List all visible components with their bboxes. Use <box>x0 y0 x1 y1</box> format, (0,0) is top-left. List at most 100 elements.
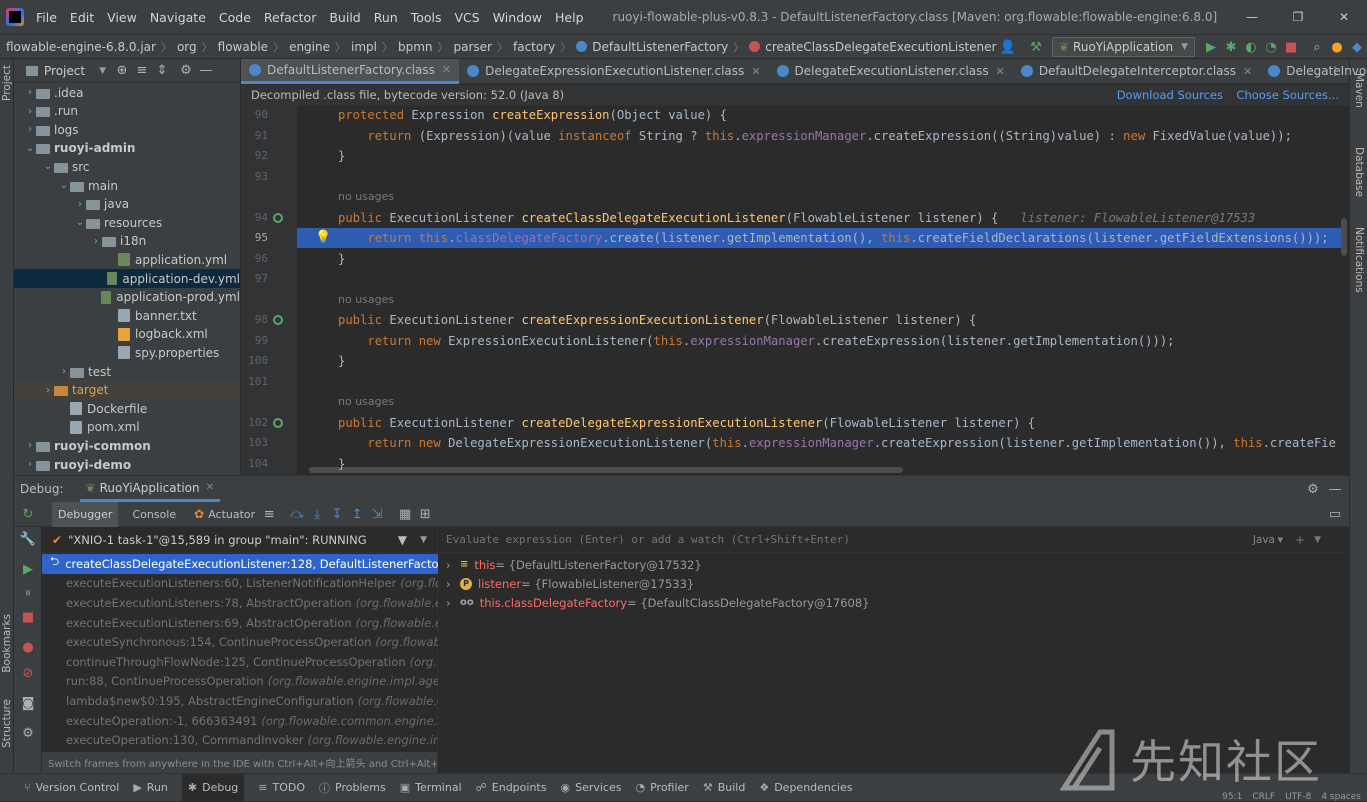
usage-hint[interactable]: no usages <box>338 392 394 412</box>
status-problems[interactable]: ⓘ Problems <box>319 780 386 796</box>
gear-icon[interactable]: ⚙ <box>176 61 196 81</box>
close-tab-icon[interactable]: ✕ <box>996 65 1005 78</box>
chevron-right-icon[interactable]: › <box>24 124 36 135</box>
tree-item[interactable]: › i18n <box>14 232 240 251</box>
tab-console[interactable]: Console <box>118 502 190 527</box>
status-profiler[interactable]: ◔ Profiler <box>635 781 688 794</box>
tree-item[interactable]: › java <box>14 195 240 214</box>
status-dependencies[interactable]: ❖ Dependencies <box>759 781 852 794</box>
step-over-icon[interactable]: ⤼ <box>287 504 307 524</box>
stop-icon[interactable]: ■ <box>1281 37 1301 57</box>
run-config-select[interactable]: ❦ RuoYiApplication ▼ <box>1051 37 1195 57</box>
stack-frame[interactable]: executeOperation:-1, 666363491 (org.flowa… <box>42 711 438 731</box>
status-services[interactable]: ◉ Services <box>560 781 621 794</box>
camera-icon[interactable]: ◙ <box>18 693 38 713</box>
status-version-control[interactable]: ⑂ Version Control <box>24 781 119 794</box>
force-step-into-icon[interactable]: ↧ <box>327 504 347 524</box>
stack-frame[interactable]: executeExecutionListeners:60, ListenerNo… <box>42 574 438 594</box>
override-marker-icon[interactable] <box>273 315 283 325</box>
status-endpoints[interactable]: ☍ Endpoints <box>476 781 547 794</box>
choose-sources-link[interactable]: Choose Sources... <box>1236 88 1339 102</box>
breadcrumb-org[interactable]: org <box>177 40 197 54</box>
tree-item[interactable]: › .run <box>14 102 240 121</box>
chevron-right-icon[interactable]: › <box>24 440 36 451</box>
close-tab-icon[interactable]: ✕ <box>751 65 760 78</box>
hide-icon[interactable]: — <box>1325 479 1345 499</box>
menu-navigate[interactable]: Navigate <box>150 10 206 25</box>
chevron-down-icon[interactable]: ▼ <box>420 535 427 545</box>
menu-build[interactable]: Build <box>329 10 360 25</box>
tree-item[interactable]: › target <box>14 380 240 400</box>
tree-item[interactable]: application.yml <box>14 250 240 269</box>
chevron-down-icon[interactable]: ⌄ <box>24 143 36 154</box>
tree-item[interactable]: › ruoyi-common <box>14 436 240 455</box>
step-into-icon[interactable]: ⤓ <box>307 504 327 524</box>
filter-icon[interactable]: ▼ <box>398 533 407 547</box>
status-run[interactable]: ▶ Run <box>133 781 168 794</box>
locate-icon[interactable]: ⊕ <box>112 61 132 81</box>
gear-icon[interactable]: ⚙ <box>1303 479 1323 499</box>
step-out-icon[interactable]: ↥ <box>347 504 367 524</box>
chevron-right-icon[interactable]: › <box>42 385 54 396</box>
run-icon[interactable]: ▶ <box>1201 37 1221 57</box>
usage-hint[interactable]: no usages <box>338 187 394 207</box>
restore-icon[interactable]: ❐ <box>1275 10 1321 24</box>
chevron-right-icon[interactable]: › <box>446 596 460 610</box>
chevron-right-icon[interactable]: › <box>58 366 70 377</box>
usage-hint[interactable]: no usages <box>338 290 394 310</box>
tab-default-listener-factory[interactable]: DefaultListenerFactory.class ✕ <box>241 58 460 84</box>
wrench-icon[interactable]: 🔧 <box>18 529 38 549</box>
tab-delegate-invocation[interactable]: DelegateInvocation <box>1260 59 1367 84</box>
breadcrumb-parser[interactable]: parser <box>454 40 492 54</box>
status-terminal[interactable]: ▣ Terminal <box>400 781 462 794</box>
status-todo[interactable]: ≡ TODO <box>258 781 305 794</box>
menu-help[interactable]: Help <box>555 10 584 25</box>
view-breakpoints-icon[interactable]: ● <box>18 637 38 657</box>
variable-row[interactable]: › oo this.classDelegateFactory = {DefaultC… <box>446 593 870 612</box>
tab-debugger[interactable]: Debugger <box>52 501 119 527</box>
breadcrumb-factory[interactable]: factory <box>513 40 555 54</box>
stack-frame[interactable]: run:88, ContinueProcessOperation (org.flo… <box>42 672 438 692</box>
chevron-down-icon[interactable]: ▼ <box>99 66 106 76</box>
close-tab-icon[interactable]: ✕ <box>1243 65 1252 78</box>
tree-item[interactable]: application-prod.yml <box>14 288 240 307</box>
evaluate-input[interactable] <box>446 533 1226 546</box>
tree-item[interactable]: application-dev.yml <box>14 269 240 288</box>
more-tabs-icon[interactable]: ⋮ <box>1329 64 1341 78</box>
stack-frame[interactable]: executeExecutionListeners:78, AbstractOp… <box>42 593 438 613</box>
coverage-icon[interactable]: ◐ <box>1241 37 1261 57</box>
download-sources-link[interactable]: Download Sources <box>1117 88 1223 102</box>
menu-tools[interactable]: Tools <box>411 10 442 25</box>
tree-item[interactable]: ⌄ resources <box>14 213 240 232</box>
rerun-icon[interactable]: ↻ <box>18 504 38 524</box>
chevron-right-icon[interactable]: › <box>24 459 36 470</box>
stack-frame[interactable]: executeOperation:130, CommandInvoker (org… <box>42 730 438 750</box>
thread-selector[interactable]: ✔ "XNIO-1 task-1"@15,589 in group "main"… <box>42 527 437 553</box>
resume-icon[interactable]: ▶ <box>18 559 38 579</box>
table-icon[interactable]: ⊞ <box>415 504 435 524</box>
add-watch-icon[interactable]: + <box>1295 533 1305 547</box>
tree-item[interactable]: banner.txt <box>14 306 240 325</box>
hammer-icon[interactable]: ⚒ <box>1026 37 1046 57</box>
collapse-all-icon[interactable]: ⇕ <box>152 61 172 81</box>
override-marker-icon[interactable] <box>273 212 283 223</box>
tab-default-delegate-interceptor[interactable]: DefaultDelegateInterceptor.class ✕ <box>1013 59 1260 84</box>
restore-layout-icon[interactable]: ▭ <box>1325 504 1345 524</box>
chevron-right-icon[interactable]: › <box>24 106 36 117</box>
tree-item[interactable]: ⌄ src <box>14 157 240 176</box>
run-to-cursor-icon[interactable]: ⇲ <box>367 504 387 524</box>
more-icon[interactable]: ▼ <box>1314 535 1321 545</box>
debug-session-tab[interactable]: ❦ RuoYiApplication ✕ <box>79 476 220 502</box>
breadcrumb-engine[interactable]: engine <box>289 40 330 54</box>
stack-frame[interactable]: lambda$new$0:195, AbstractEngineConfigur… <box>42 691 438 711</box>
chevron-down-icon[interactable]: ⌄ <box>74 217 86 228</box>
tree-item[interactable]: ⌄ main <box>14 176 240 195</box>
tree-item[interactable]: ⌄ ruoyi-admin <box>14 139 240 158</box>
chevron-right-icon[interactable]: › <box>446 558 460 572</box>
status-build[interactable]: ⚒ Build <box>703 781 746 794</box>
stack-frame[interactable]: executeSynchronous:154, ContinueProcessO… <box>42 632 438 652</box>
minimize-icon[interactable]: — <box>1229 10 1275 24</box>
breadcrumb-flowable[interactable]: flowable <box>218 40 268 54</box>
bookmarks-tool-tab[interactable]: Bookmarks <box>1 614 13 673</box>
debug-icon[interactable]: ✱ <box>1221 37 1241 57</box>
